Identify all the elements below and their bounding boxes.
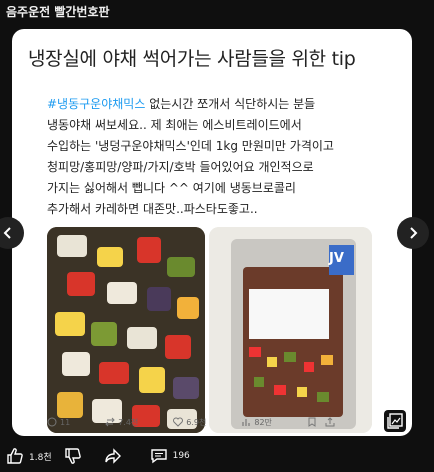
body-line-3: 수입하는 '냉덩구운야채믹스'인데 1kg 만원미만 가격이고 bbox=[47, 139, 334, 153]
views-action[interactable]: 82만 bbox=[241, 417, 272, 428]
like-count: 6.9천 bbox=[186, 417, 207, 427]
chevron-left-icon bbox=[3, 227, 11, 239]
share-action[interactable] bbox=[325, 417, 335, 427]
hashtag-link[interactable]: #냉동구운야채믹스 bbox=[47, 97, 145, 111]
thumbs-down-icon bbox=[64, 448, 81, 464]
vegetables-illustration bbox=[47, 227, 205, 433]
body-line-6: 추가해서 카레하면 대존맛..파스타도좋고.. bbox=[47, 202, 258, 216]
comments-button[interactable]: 196 bbox=[150, 447, 190, 465]
repost-count: 7.4천 bbox=[118, 417, 139, 427]
package-illustration bbox=[209, 227, 372, 433]
body-line-1: 없는시간 쪼개서 식단하시는 분들 bbox=[145, 97, 316, 111]
view-count: 82만 bbox=[254, 417, 272, 427]
reply-icon bbox=[47, 417, 57, 427]
bookmark-action[interactable] bbox=[307, 417, 317, 427]
gallery-toggle-button[interactable] bbox=[384, 410, 406, 432]
post-title: 음주운전 빨간번호판 bbox=[6, 5, 110, 19]
like-action[interactable]: 6.9천 bbox=[173, 417, 206, 428]
body-line-2: 냉동야채 써보세요.. 제 최애는 에스비트레이드에서 bbox=[47, 118, 302, 132]
frozen-vegetable-package-photo[interactable]: JV bbox=[209, 227, 372, 433]
repost-action[interactable]: 7.4천 bbox=[105, 417, 138, 428]
image-gallery-icon bbox=[387, 413, 403, 429]
community-post-card: 냉장실에 야채 썩어가는 사람들을 위한 tip #냉동구운야채믹스 없는시간 … bbox=[12, 29, 412, 436]
package-brand-label: JV bbox=[329, 251, 344, 266]
post-action-bar: 11 7.4천 6.9천 82만 bbox=[47, 413, 382, 431]
share-button[interactable] bbox=[104, 447, 122, 465]
reply-count: 11 bbox=[60, 417, 71, 427]
like-button[interactable]: 1.8천 bbox=[6, 447, 52, 465]
reply-action[interactable]: 11 bbox=[47, 417, 70, 427]
roasted-vegetables-photo[interactable] bbox=[47, 227, 205, 433]
post-body: #냉동구운야채믹스 없는시간 쪼개서 식단하시는 분들 냉동야채 써보세요.. … bbox=[47, 94, 397, 220]
thumbs-up-icon bbox=[7, 448, 23, 464]
card-headline: 냉장실에 야채 썩어가는 사람들을 위한 tip bbox=[28, 48, 356, 70]
share-icon bbox=[325, 417, 335, 427]
heart-icon bbox=[173, 417, 184, 427]
share-arrow-icon bbox=[104, 448, 121, 464]
body-line-5: 가지는 싫어해서 뺍니다 ^^ 여기에 냉동브로콜리 bbox=[47, 181, 296, 195]
post-engagement-bar: 1.8천 196 bbox=[0, 440, 434, 472]
like-total: 1.8천 bbox=[29, 452, 52, 463]
chevron-right-icon bbox=[410, 227, 418, 239]
next-image-button[interactable] bbox=[397, 217, 429, 249]
comment-icon bbox=[150, 449, 167, 464]
comment-count: 196 bbox=[172, 451, 190, 461]
bookmark-icon bbox=[308, 417, 316, 427]
dislike-button[interactable] bbox=[64, 447, 82, 465]
repost-icon bbox=[105, 417, 115, 427]
views-icon bbox=[242, 419, 250, 426]
photo-gallery: JV bbox=[47, 227, 372, 433]
body-line-4: 청피망/홍피망/양파/가지/호박 들어있어요 개인적으로 bbox=[47, 160, 314, 174]
